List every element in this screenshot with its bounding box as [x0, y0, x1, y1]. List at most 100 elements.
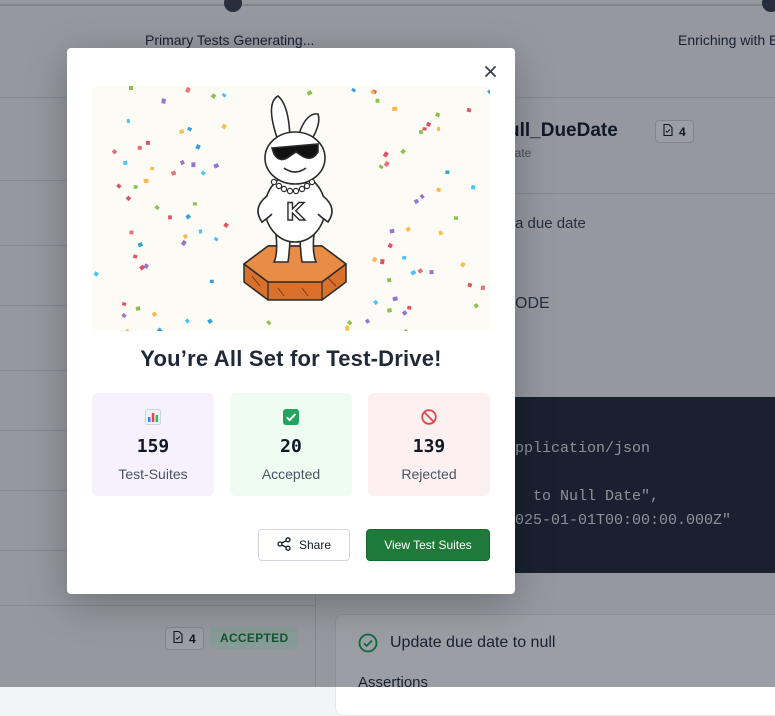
confetti-piece: [179, 159, 185, 166]
confetti-piece: [403, 328, 409, 331]
success-modal: K You’re All Set for Test-Drive! 159 Tes…: [67, 48, 515, 594]
check-box-icon: [283, 409, 299, 425]
confetti-piece: [375, 98, 380, 103]
confetti-piece: [401, 255, 407, 260]
confetti-piece: [425, 121, 432, 128]
confetti-piece: [435, 112, 441, 118]
confetti-piece: [184, 318, 190, 324]
confetti-piece: [200, 170, 206, 176]
confetti-piece: [401, 310, 408, 316]
confetti-piece: [154, 204, 160, 211]
confetti-piece: [121, 312, 127, 319]
confetti-piece: [133, 185, 138, 189]
confetti-piece: [386, 308, 393, 313]
stat-value: 139: [412, 436, 446, 457]
confetti-piece: [198, 229, 203, 234]
prohibited-icon: [421, 409, 437, 425]
confetti-piece: [460, 261, 466, 268]
mascot-letter: K: [286, 198, 306, 226]
confetti-piece: [129, 86, 133, 90]
confetti-piece: [400, 148, 407, 155]
confetti-piece: [151, 311, 158, 317]
stats-row: 159 Test-Suites 20 Accepted 139 Rejected: [92, 393, 490, 496]
confetti-piece: [125, 195, 132, 202]
stat-card-accepted: 20 Accepted: [230, 393, 352, 496]
stat-label: Rejected: [401, 466, 457, 482]
confetti-piece: [386, 277, 392, 283]
confetti-piece: [187, 126, 193, 132]
confetti-piece: [185, 213, 192, 220]
confetti-piece: [487, 89, 490, 95]
confetti-piece: [207, 318, 213, 325]
confetti-piece: [378, 164, 384, 170]
confetti-piece: [213, 163, 220, 169]
modal-actions: Share View Test Suites: [258, 529, 490, 561]
confetti-piece: [132, 254, 138, 259]
confetti-piece: [470, 184, 476, 190]
confetti-piece: [406, 305, 412, 310]
confetti-piece: [180, 239, 187, 247]
confetti-piece: [145, 140, 151, 145]
confetti-piece: [210, 93, 217, 99]
confetti-piece: [392, 296, 398, 302]
confetti-piece: [413, 198, 420, 205]
confetti-piece: [480, 285, 485, 290]
confetti-piece: [473, 303, 479, 309]
stat-value: 20: [280, 436, 302, 457]
confetti-piece: [380, 258, 385, 265]
confetti-piece: [221, 123, 227, 130]
confetti-piece: [149, 166, 155, 171]
confetti-piece: [111, 148, 118, 155]
confetti-piece: [161, 98, 167, 104]
confetti-piece: [364, 318, 371, 324]
confetti-piece: [306, 90, 313, 96]
confetti-piece: [209, 279, 214, 283]
confetti-piece: [373, 299, 379, 306]
confetti-piece: [371, 256, 378, 263]
confetti-piece: [453, 216, 459, 221]
stat-label: Accepted: [261, 466, 321, 482]
celebration-illustration: K: [92, 86, 490, 331]
confetti-piece: [467, 282, 473, 288]
confetti-piece: [422, 127, 427, 131]
confetti-piece: [156, 327, 163, 331]
confetti-piece: [191, 162, 196, 168]
confetti-piece: [135, 306, 141, 311]
confetti-piece: [351, 87, 357, 93]
confetti-piece: [383, 160, 390, 168]
stat-label: Test-Suites: [118, 466, 188, 482]
confetti-piece: [387, 242, 393, 249]
modal-title: You’re All Set for Test-Drive!: [140, 346, 442, 371]
confetti-piece: [93, 271, 99, 277]
confetti-piece: [221, 92, 227, 98]
confetti-piece: [429, 270, 434, 275]
confetti-piece: [389, 228, 395, 234]
confetti-piece: [116, 183, 122, 189]
stat-card-test-suites: 159 Test-Suites: [92, 393, 214, 496]
confetti-piece: [436, 187, 442, 193]
confetti-piece: [179, 129, 185, 135]
confetti-piece: [466, 107, 472, 113]
confetti-piece: [195, 144, 201, 150]
close-button[interactable]: [479, 62, 501, 84]
mascot: K: [257, 95, 333, 263]
confetti-piece: [405, 226, 412, 233]
confetti-piece: [213, 236, 219, 242]
confetti-piece: [223, 222, 229, 228]
confetti-piece: [445, 170, 450, 175]
confetti-piece: [170, 170, 177, 176]
confetti-piece: [266, 320, 272, 326]
confetti-piece: [137, 145, 142, 151]
confetti-piece: [182, 233, 189, 240]
pedestal: [242, 245, 348, 301]
confetti-piece: [137, 242, 144, 248]
confetti-piece: [168, 215, 172, 220]
view-test-suites-button[interactable]: View Test Suites: [366, 529, 490, 561]
confetti-piece: [419, 193, 425, 200]
confetti-piece: [143, 178, 149, 184]
confetti-piece: [417, 268, 424, 274]
share-button[interactable]: Share: [258, 529, 350, 561]
confetti-piece: [192, 202, 197, 206]
confetti-piece: [346, 320, 353, 326]
close-icon: [484, 64, 496, 82]
